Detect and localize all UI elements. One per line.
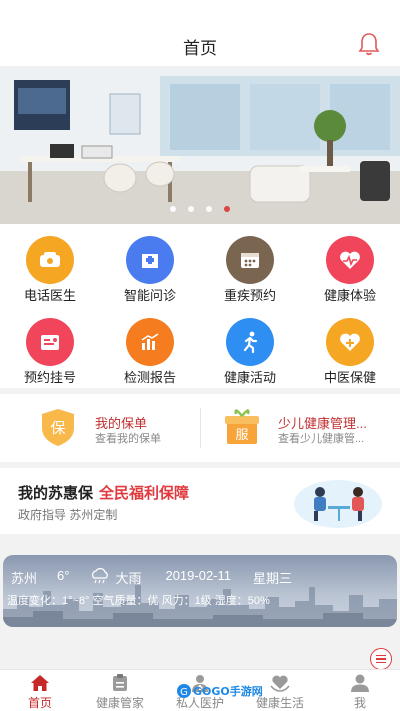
tab-label: 首页 (27, 696, 52, 710)
user-icon (351, 674, 369, 692)
phone-icon (26, 236, 74, 284)
card-subtitle: 查看我的保单 (95, 433, 161, 445)
tab-me[interactable]: 我 (320, 670, 400, 711)
quick-cards: 保 我的保单 查看我的保单 服 少儿健康管理... 查看少儿健康管... (0, 394, 400, 462)
tab-label: 我 (353, 696, 366, 710)
watermark-logo: G GOGO手游网 (177, 684, 263, 698)
service-label: 智能问诊 (123, 288, 176, 303)
promo-highlight: 全民福利保障 (99, 485, 190, 502)
carousel-dot[interactable] (170, 206, 176, 212)
banner-carousel[interactable] (0, 66, 400, 224)
hospital-icon (126, 236, 174, 284)
carousel-dot[interactable] (188, 206, 194, 212)
promo-banner[interactable]: 我的苏惠保 全民福利保障 政府指导 苏州定制 (0, 468, 400, 534)
tab-health-manager[interactable]: 健康管家 (80, 670, 160, 711)
report-chart-icon (126, 318, 174, 366)
clipboard-icon (113, 674, 127, 691)
rain-cloud-icon (89, 568, 111, 587)
weather-widget[interactable]: 苏州 6° 大雨 2019-02-11 星期三 温度变化：1°~8° 空气质量：… (3, 555, 397, 627)
watermark-text: GOGO手游网 (193, 684, 263, 698)
weather-details: 温度变化：1°~8° 空气质量：优 风力：1级 湿度：50% (7, 595, 270, 607)
promo-subtitle: 政府指导 苏州定制 (18, 508, 118, 522)
service-register[interactable]: 预约挂号 (0, 310, 100, 392)
policy-badge-text: 保 (50, 419, 65, 437)
consultation-illustration (294, 480, 382, 528)
service-critical-appointment[interactable]: 重疾预约 (200, 228, 300, 310)
service-label: 检测报告 (123, 370, 176, 385)
weather-temp: 6° (57, 568, 70, 583)
menu-line (376, 661, 386, 664)
tab-home[interactable]: 首页 (0, 670, 80, 711)
card-subtitle: 查看少儿健康管... (278, 433, 365, 445)
home-icon (31, 675, 49, 691)
service-label: 重疾预约 (223, 288, 276, 303)
heartbeat-icon (326, 236, 374, 284)
service-label: 预约挂号 (23, 370, 76, 385)
service-health-experience[interactable]: 健康体验 (300, 228, 400, 310)
floating-menu-button[interactable] (370, 648, 392, 670)
gift-box-icon: 服 (225, 409, 259, 444)
top-bar: 首页 (0, 0, 400, 66)
child-health-card[interactable]: 服 少儿健康管理... 查看少儿健康管... (200, 394, 400, 462)
services-grid: 电话医生 智能问诊 重疾预约 健康体验 预约挂号 检测报告 健康活动 中医保健 (0, 224, 400, 388)
carousel-dots (0, 206, 400, 212)
menu-line (376, 658, 386, 660)
tab-label: 健康管家 (95, 696, 144, 710)
service-phone-doctor[interactable]: 电话医生 (0, 228, 100, 310)
weather-date: 2019-02-11 (165, 568, 232, 583)
service-test-report[interactable]: 检测报告 (100, 310, 200, 392)
weather-condition: 大雨 (115, 571, 142, 586)
service-smart-consult[interactable]: 智能问诊 (100, 228, 200, 310)
register-icon (26, 318, 74, 366)
svg-text:G: G (180, 687, 188, 698)
banner-image (0, 66, 400, 224)
running-icon (226, 318, 274, 366)
promo-title-text: 我的苏惠保 (18, 485, 94, 502)
my-policy-card[interactable]: 保 我的保单 查看我的保单 (0, 394, 200, 462)
service-label: 电话医生 (23, 288, 76, 303)
weather-weekday: 星期三 (253, 571, 293, 586)
service-label: 健康体验 (323, 288, 376, 303)
service-health-activity[interactable]: 健康活动 (200, 310, 300, 392)
service-tcm-care[interactable]: 中医保健 (300, 310, 400, 392)
menu-line (376, 654, 386, 657)
page-title: 首页 (183, 39, 217, 58)
heart-plus-icon (326, 318, 374, 366)
bell-icon[interactable] (358, 32, 380, 56)
weather-city: 苏州 (11, 571, 38, 586)
gift-badge-text: 服 (235, 428, 248, 443)
service-label: 健康活动 (223, 370, 276, 385)
weather-main-row: 苏州 6° 大雨 2019-02-11 星期三 (11, 568, 292, 587)
carousel-dot[interactable] (206, 206, 212, 212)
heart-hands-icon (270, 675, 290, 692)
policy-badge-icon: 保 (42, 409, 74, 446)
carousel-dot-active[interactable] (224, 206, 230, 212)
promo-title: 我的苏惠保 全民福利保障 (18, 482, 189, 503)
calendar-icon (226, 236, 274, 284)
service-label: 中医保健 (323, 370, 376, 385)
